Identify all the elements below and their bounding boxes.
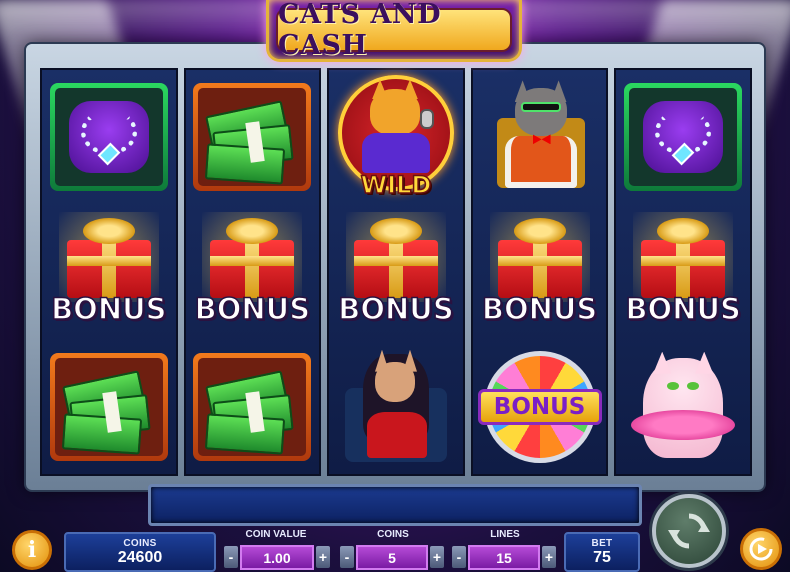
bonus-label: BONUS — [625, 291, 742, 327]
coin-value-minus-button[interactable]: - — [224, 546, 238, 568]
coins-bet-minus-button[interactable]: - — [340, 546, 354, 568]
message-bar — [148, 484, 642, 526]
symbol-lady-cat — [329, 339, 463, 474]
lines-minus-button[interactable]: - — [452, 546, 466, 568]
info-button[interactable]: i — [12, 530, 52, 570]
wheel-bonus-label: BONUS — [477, 388, 602, 425]
lines-label: LINES — [490, 529, 520, 540]
coins-balance-value: 24600 — [117, 548, 163, 566]
coins-balance-label: COINS — [123, 537, 157, 549]
symbol-wild: WILD — [329, 70, 463, 205]
bonus-label: BONUS — [50, 291, 167, 327]
reel-4: BONUS BONUS — [470, 68, 609, 476]
symbol-bonus-gift: BONUS — [186, 205, 320, 340]
coins-bet-plus-button[interactable]: + — [430, 546, 444, 568]
lines-plus-button[interactable]: + — [542, 546, 556, 568]
symbol-pink-cat — [616, 339, 750, 474]
symbol-bonus-wheel: BONUS — [473, 339, 607, 474]
info-icon: i — [27, 537, 37, 563]
symbol-bonus-gift: BONUS — [329, 205, 463, 340]
coins-bet-display: 5 — [356, 545, 428, 570]
symbol-bonus-gift: BONUS — [473, 205, 607, 340]
game-logo: CATS AND CASH — [266, 0, 522, 62]
autoplay-icon — [749, 537, 773, 561]
symbol-boss-cat — [473, 70, 607, 205]
symbol-bonus-gift: BONUS — [616, 205, 750, 340]
spin-button[interactable] — [652, 494, 726, 568]
reel-1: BONUS — [40, 68, 178, 476]
game-title: CATS AND CASH — [278, 0, 441, 61]
bonus-label: BONUS — [194, 291, 311, 327]
symbol-jewels — [42, 70, 176, 205]
coin-value-plus-button[interactable]: + — [316, 546, 330, 568]
reel-5: BONUS — [614, 68, 752, 476]
symbol-cash — [42, 339, 176, 474]
lines-display: 15 — [468, 545, 540, 570]
coins-bet-label: COINS — [377, 529, 409, 540]
symbol-cash — [186, 70, 320, 205]
bet-label: BET — [591, 537, 613, 549]
symbol-jewels — [616, 70, 750, 205]
spin-arrows-icon — [668, 513, 710, 549]
reel-3: WILD BONUS — [327, 68, 465, 476]
coins-balance-panel: COINS 24600 — [64, 532, 216, 572]
bet-value: 75 — [593, 548, 611, 566]
coin-value-display: 1.00 — [240, 545, 314, 570]
wild-label: WILD — [360, 171, 432, 201]
symbol-cash — [186, 339, 320, 474]
coin-value-label: COIN VALUE — [245, 529, 307, 540]
reel-2: BONUS — [183, 68, 322, 476]
bet-panel: BET 75 — [564, 532, 640, 572]
bonus-label: BONUS — [481, 291, 598, 327]
bonus-label: BONUS — [338, 291, 455, 327]
symbol-bonus-gift: BONUS — [42, 205, 176, 340]
autoplay-button[interactable] — [740, 528, 782, 570]
reels-grid: BONUS BONUS WILD BONUS BONUS BONUS BONUS — [40, 68, 752, 476]
